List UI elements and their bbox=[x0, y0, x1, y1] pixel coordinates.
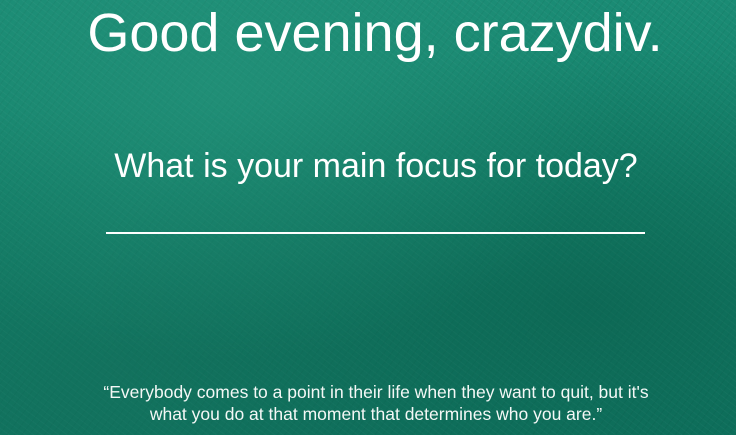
quote-text: “Everybody comes to a point in their lif… bbox=[103, 382, 649, 424]
greeting-heading: Good evening, crazydiv. bbox=[87, 3, 663, 63]
focus-input[interactable] bbox=[106, 200, 645, 234]
focus-question: What is your main focus for today? bbox=[114, 147, 638, 185]
